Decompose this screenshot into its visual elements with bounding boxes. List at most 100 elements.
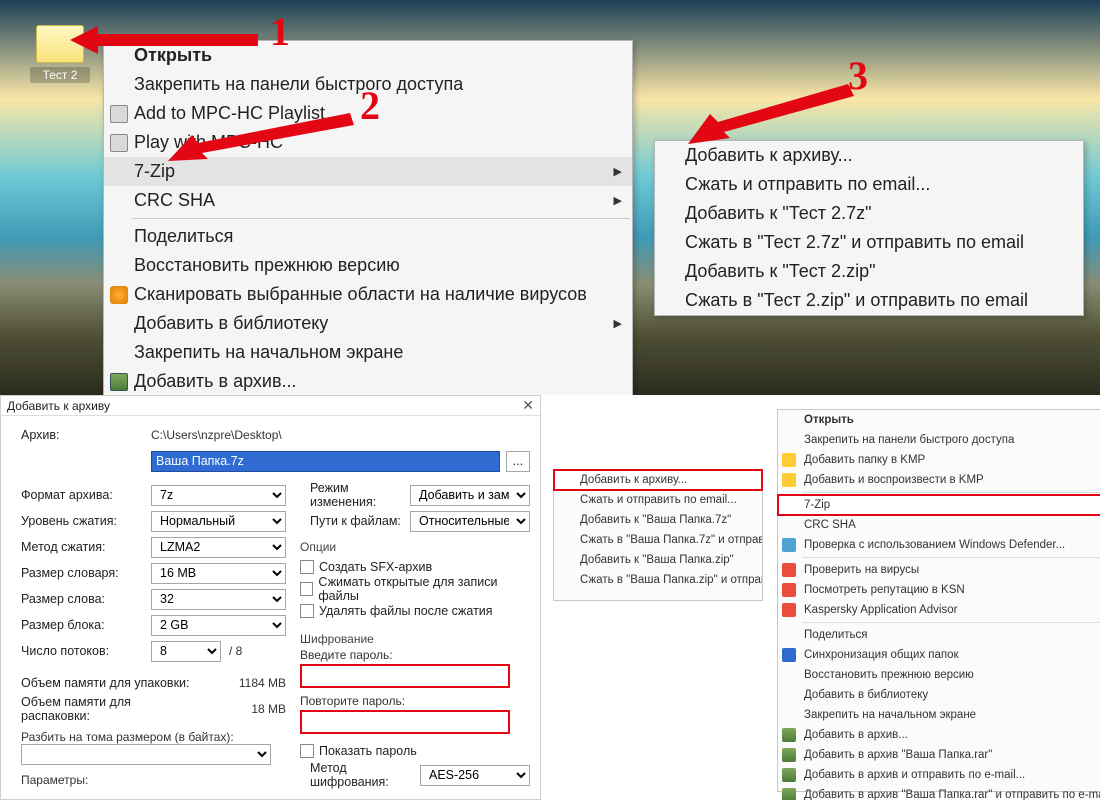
dict-label: Размер словаря: [11,566,151,580]
chevron-right-icon: ▶ [614,317,622,330]
menu-item[interactable]: Добавить к "Ваша Папка.zip" [554,550,762,570]
mini-icon [782,473,796,487]
menu-item[interactable]: Добавить в архив и отправить по e-mail..… [778,765,1100,785]
menu-item[interactable]: Добавить в архив "Ваша Папка.rar" [778,745,1100,765]
menu-item[interactable]: Сканировать выбранные области на наличие… [104,280,632,309]
browse-button[interactable]: ... [506,451,530,472]
menu-item[interactable]: Поделиться› [778,625,1100,645]
mem-pack-value: 1184 MB [201,676,286,690]
menu-item[interactable]: Добавить и воспроизвести в KMP [778,470,1100,490]
method-select[interactable]: LZMA2 [151,537,286,558]
opt-open[interactable]: Сжимать открытые для записи файлы [300,578,530,600]
menu-item[interactable]: CRC SHA› [778,515,1100,535]
context-menu-7zip-sub: Добавить к архиву...Сжать и отправить по… [654,140,1084,316]
block-select[interactable]: 2 GB [151,615,286,636]
menu-item[interactable]: Посмотреть репутацию в KSN [778,580,1100,600]
mem-unpack-value: 18 MB [201,702,286,716]
level-select[interactable]: Нормальный [151,511,286,532]
split-label: Разбить на тома размером (в байтах): [11,730,286,744]
paths-label: Пути к файлам: [300,514,410,528]
menu-item[interactable]: Добавить в библиотеку▶ [104,309,632,338]
mini-icon [782,603,796,617]
options-header: Опции [300,540,530,554]
menu-item[interactable]: Закрепить на начальном экране [104,338,632,367]
enc-method-label: Метод шифрования: [300,761,420,789]
media-icon [110,134,128,152]
threads-label: Число потоков: [11,644,151,658]
menu-item[interactable]: Восстановить прежнюю версию [778,665,1100,685]
menu-item[interactable]: Добавить в архив... [778,725,1100,745]
menu-item[interactable]: 7-Zip› [778,495,1100,515]
menu-item[interactable]: Добавить к "Ваша Папка.7z" [554,510,762,530]
menu-item[interactable]: Сжать и отправить по email... [554,490,762,510]
password-input[interactable] [300,664,510,688]
menu-item[interactable]: Закрепить на панели быстрого доступа [778,430,1100,450]
menu-item[interactable]: Сжать и отправить по email... [655,170,1083,199]
menu-item[interactable]: Поделиться [104,222,632,251]
folder-icon [36,25,84,63]
show-password[interactable]: Показать пароль [300,740,530,762]
chevron-right-icon: ▶ [614,165,622,178]
word-select[interactable]: 32 [151,589,286,610]
mode-label: Режим изменения: [300,481,410,509]
folder-test2[interactable]: Тест 2 [30,25,90,83]
menu-item[interactable]: Добавить к "Тест 2.zip" [655,257,1083,286]
pw1-label: Введите пароль: [300,648,530,662]
dict-select[interactable]: 16 MB [151,563,286,584]
mini-icon [782,453,796,467]
menu-item[interactable]: Закрепить на панели быстрого доступа [104,70,632,99]
mini-icon [782,563,796,577]
mini-icon [782,728,796,742]
submenu-7zip-mini: Добавить к архиву...Сжать и отправить по… [553,469,763,601]
menu-item[interactable]: Kaspersky Application Advisor [778,600,1100,620]
rar-icon [110,373,128,391]
mini-icon [782,648,796,662]
menu-item[interactable]: Закрепить на начальном экране [778,705,1100,725]
threads-select[interactable]: 8 [151,641,221,662]
split-select[interactable] [21,744,271,765]
opt-delete[interactable]: Удалять файлы после сжатия [300,600,530,622]
mini-icon [782,748,796,762]
chevron-right-icon: ▶ [614,194,622,207]
menu-item[interactable]: Добавить к архиву... [655,141,1083,170]
menu-item[interactable]: Добавить в библиотеку› [778,685,1100,705]
block-label: Размер блока: [11,618,151,632]
dialog-title: Добавить к архиву [7,399,110,413]
mini-icon [782,583,796,597]
pw2-label: Повторите пароль: [300,694,530,708]
menu-item[interactable]: Проверка с использованием Windows Defend… [778,535,1100,555]
menu-item[interactable]: Добавить к "Тест 2.7z" [655,199,1083,228]
context-menu-main: ОткрытьЗакрепить на панели быстрого дост… [103,40,633,426]
menu-item[interactable]: Add to MPC-HC Playlist [104,99,632,128]
menu-item[interactable]: Восстановить прежнюю версию [104,251,632,280]
menu-item[interactable]: Сжать в "Ваша Папка.7z" и отправить по e… [554,530,762,550]
archive-name-input[interactable] [151,451,500,472]
menu-item[interactable]: Добавить папку в KMP [778,450,1100,470]
menu-item[interactable]: 7-Zip▶ [104,157,632,186]
archive-label: Архив: [11,428,151,442]
mode-select[interactable]: Добавить и заменить [410,485,530,506]
params-label: Параметры: [11,773,286,787]
menu-item[interactable]: Сжать в "Тест 2.7z" и отправить по email [655,228,1083,257]
menu-item[interactable]: Проверить на вирусы [778,560,1100,580]
menu-item[interactable]: Сжать в "Тест 2.zip" и отправить по emai… [655,286,1083,315]
word-label: Размер слова: [11,592,151,606]
paths-select[interactable]: Относительные пути [410,511,530,532]
shield-icon [110,286,128,304]
menu-item[interactable]: Play with MPC-HC [104,128,632,157]
password-repeat-input[interactable] [300,710,510,734]
menu-item[interactable]: Открыть [778,410,1100,430]
format-select[interactable]: 7z [151,485,286,506]
menu-item[interactable]: CRC SHA▶ [104,186,632,215]
menu-item[interactable]: Добавить в архив "Ваша Папка.rar" и отпр… [778,785,1100,800]
annotation-3: 3 [848,52,868,99]
folder-label: Тест 2 [30,67,90,83]
menu-item[interactable]: Открыть [104,41,632,70]
menu-item[interactable]: Синхронизация общих папок› [778,645,1100,665]
media-icon [110,105,128,123]
menu-item[interactable]: Добавить в архив... [104,367,632,396]
menu-item[interactable]: Добавить к архиву... [554,470,762,490]
enc-method-select[interactable]: AES-256 [420,765,530,786]
menu-item[interactable]: Сжать в "Ваша Папка.zip" и отправить по … [554,570,762,590]
close-icon[interactable]: ✕ [522,397,534,414]
